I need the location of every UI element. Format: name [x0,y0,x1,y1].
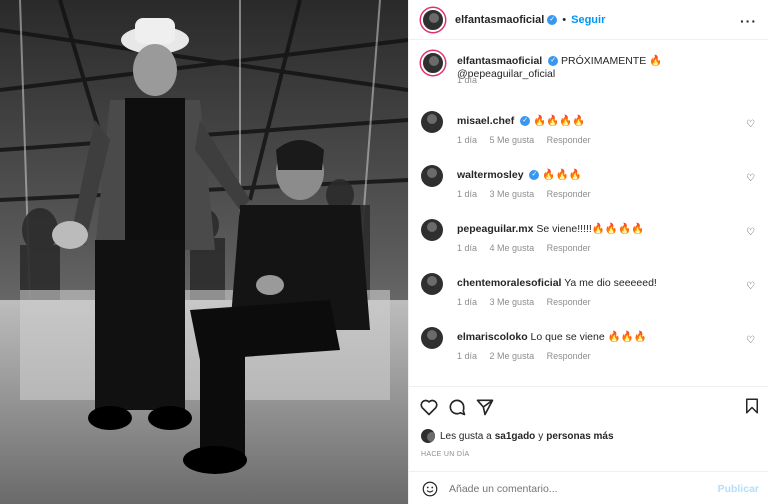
commenter-avatar[interactable] [421,165,443,187]
comment-text: 🔥🔥🔥 [542,169,582,181]
separator-dot: • [562,13,567,26]
comment-time[interactable]: 1 día [457,135,477,145]
comment-likes[interactable]: 3 Me gusta [490,189,535,199]
follow-button[interactable]: Seguir [571,14,605,26]
liker-username[interactable]: sa1gado [495,431,536,442]
comment-text-block: elmariscoloko Lo que se viene 🔥🔥🔥 [457,331,747,344]
comment-likes[interactable]: 4 Me gusta [490,243,535,253]
post-time-ago[interactable]: HACE UN DÍA [421,451,469,458]
comment-time[interactable]: 1 día [457,189,477,199]
comment-username[interactable]: pepeaguilar.mx [457,223,533,235]
likes-summary: Les gusta a sa1gado y personas más [421,429,617,443]
comment-text: 🔥🔥🔥🔥 [533,115,586,127]
verified-badge-icon: ✓ [547,14,558,25]
more-options-icon[interactable]: ··· [740,13,757,29]
verified-badge-icon: ✓ [548,56,559,67]
comment-time[interactable]: 1 día [457,297,477,307]
comment-likes[interactable]: 5 Me gusta [490,135,535,145]
comment-username[interactable]: elmariscoloko [457,331,528,343]
comment-text: Se viene!!!!!🔥🔥🔥🔥 [536,223,645,235]
commenter-avatar[interactable] [421,327,443,349]
likes-prefix: Les gusta a [440,430,492,442]
comment-text: Ya me dio seeeeed! [564,277,657,289]
comment-meta: 1 día 4 Me gusta Responder [457,243,601,253]
comment-icon[interactable] [447,397,467,417]
comment-meta: 1 día 3 Me gusta Responder [457,297,601,307]
caption-username[interactable]: elfantasmaoficial [457,55,542,67]
emoji-icon[interactable] [421,480,439,498]
caption-text-block: elfantasmaoficial ✓ PRÓXIMAMENTE 🔥 @pepe… [457,55,747,81]
reply-button[interactable]: Responder [547,351,591,361]
comment-username[interactable]: waltermosley [457,169,524,181]
commenter-avatar[interactable] [421,111,443,133]
comment-like-heart-icon[interactable]: ♡ [746,119,755,130]
comment-text-block: waltermosley ✓ 🔥🔥🔥 [457,169,747,182]
comment-input[interactable] [449,478,699,500]
post-image [0,0,408,504]
liker-avatar[interactable] [421,429,435,443]
comment-composer: Publicar [409,471,768,504]
verified-badge-icon: ✓ [520,116,531,127]
publish-button[interactable]: Publicar [718,483,759,495]
comment-username[interactable]: misael.chef [457,115,514,127]
reply-button[interactable]: Responder [547,243,591,253]
author-avatar[interactable] [421,7,445,32]
action-icons [419,395,495,419]
comment-likes[interactable]: 2 Me gusta [490,351,535,361]
comment-text-block: chentemoralesoficial Ya me dio seeeeed! [457,277,747,290]
author-username[interactable]: elfantasmaoficial [455,14,544,26]
post-side-panel: elfantasmaoficial ✓ • Seguir ··· elfanta… [408,0,768,504]
comment-meta: 1 día 3 Me gusta Responder [457,189,601,199]
comment-text: Lo que se viene 🔥🔥🔥 [530,331,647,343]
verified-badge-icon: ✓ [529,170,540,181]
comment-time[interactable]: 1 día [457,243,477,253]
caption-meta: 1 día [457,75,487,85]
comment-meta: 1 día 5 Me gusta Responder [457,135,601,145]
commenter-avatar[interactable] [421,219,443,241]
reply-button[interactable]: Responder [547,297,591,307]
post-header: elfantasmaoficial ✓ • Seguir ··· [409,0,768,40]
reply-button[interactable]: Responder [547,189,591,199]
comment-likes[interactable]: 3 Me gusta [490,297,535,307]
comment-like-heart-icon[interactable]: ♡ [746,281,755,292]
caption-avatar[interactable] [421,51,445,75]
reply-button[interactable]: Responder [547,135,591,145]
comment-meta: 1 día 2 Me gusta Responder [457,351,601,361]
caption-time[interactable]: 1 día [457,75,477,85]
post-photo[interactable] [0,0,408,504]
bookmark-icon[interactable] [743,397,761,415]
heart-icon[interactable] [419,397,439,417]
commenter-avatar[interactable] [421,273,443,295]
comment-like-heart-icon[interactable]: ♡ [746,173,755,184]
likes-conj: y [538,430,544,442]
post-actions: Les gusta a sa1gado y personas más HACE … [409,386,768,504]
comment-text-block: pepeaguilar.mx Se viene!!!!!🔥🔥🔥🔥 [457,223,747,236]
comment-like-heart-icon[interactable]: ♡ [746,227,755,238]
comment-username[interactable]: chentemoralesoficial [457,277,561,289]
comments-list[interactable]: elfantasmaoficial ✓ PRÓXIMAMENTE 🔥 @pepe… [409,41,768,386]
share-icon[interactable] [475,397,495,417]
comment-like-heart-icon[interactable]: ♡ [746,335,755,346]
likes-others-link[interactable]: personas más [546,431,613,442]
comment-text-block: misael.chef ✓ 🔥🔥🔥🔥 [457,115,747,128]
comment-time[interactable]: 1 día [457,351,477,361]
